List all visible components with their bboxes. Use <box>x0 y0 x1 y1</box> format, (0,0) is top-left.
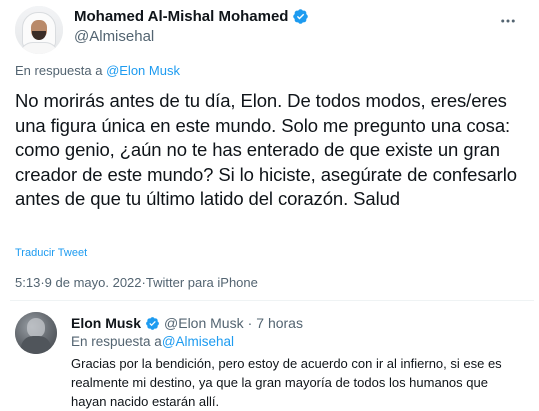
more-options-icon[interactable] <box>499 12 517 30</box>
tweet-meta: 5:13 · 9 de mayo. 2022 · Twitter para iP… <box>15 275 258 290</box>
translate-tweet-link[interactable]: Traducir Tweet <box>15 247 87 259</box>
reply-author-handle[interactable]: @Elon Musk <box>164 315 244 331</box>
author-avatar[interactable] <box>15 6 63 54</box>
author-display-name[interactable]: Mohamed Al-Mishal Mohamed <box>74 8 288 25</box>
reply-body: Elon Musk @Elon Musk · 7 horas En respue… <box>71 312 529 411</box>
tweet-date[interactable]: 9 de mayo. 2022 <box>45 275 142 290</box>
reply-context: En respuesta a @Elon Musk <box>15 63 180 78</box>
reply-reply-context: En respuesta a@Almisehal <box>71 334 529 349</box>
reply-header: Elon Musk @Elon Musk · 7 horas <box>71 315 529 331</box>
reply-separator: · <box>247 315 253 331</box>
reply-time[interactable]: 7 horas <box>256 315 303 331</box>
verified-badge-icon <box>293 9 309 24</box>
verified-badge-icon <box>146 316 159 330</box>
reply-tweet[interactable]: Elon Musk @Elon Musk · 7 horas En respue… <box>15 312 529 411</box>
tweet-text: No morirás antes de tu día, Elon. De tod… <box>15 90 517 209</box>
reply-context-prefix: En respuesta a <box>71 334 162 349</box>
tweet-source[interactable]: Twitter para iPhone <box>146 275 258 290</box>
reply-to-link[interactable]: @Almisehal <box>162 334 234 349</box>
reply-author-avatar[interactable] <box>15 312 57 354</box>
reply-context-prefix: En respuesta a <box>15 63 107 78</box>
reply-to-link[interactable]: @Elon Musk <box>106 63 180 78</box>
divider <box>10 300 534 301</box>
tweet-time[interactable]: 5:13 <box>15 275 40 290</box>
author-names: Mohamed Al-Mishal Mohamed @Almisehal <box>74 6 309 45</box>
tweet-header: Mohamed Al-Mishal Mohamed @Almisehal <box>15 6 529 54</box>
author-handle[interactable]: @Almisehal <box>74 28 309 45</box>
reply-author-name[interactable]: Elon Musk <box>71 315 141 331</box>
reply-text: Gracias por la bendición, pero estoy de … <box>71 356 502 409</box>
